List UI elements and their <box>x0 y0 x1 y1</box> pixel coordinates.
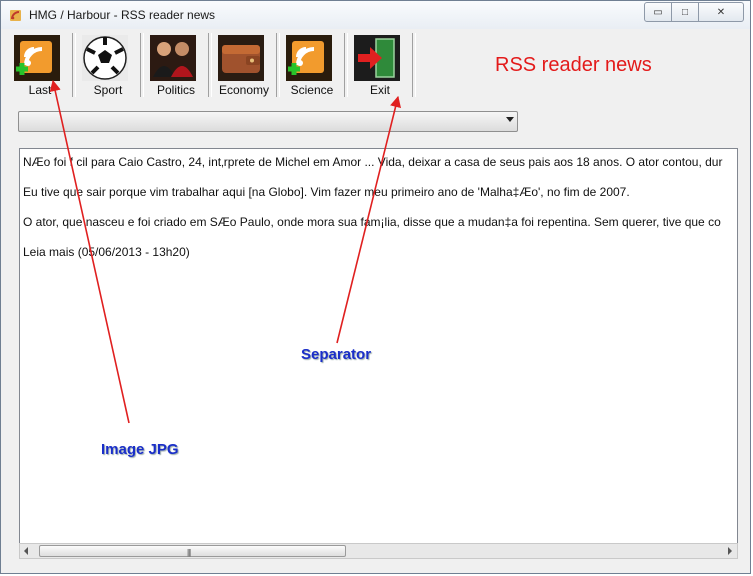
toolbar-label-last: Last <box>28 83 52 97</box>
app-window: HMG / Harbour - RSS reader news ▭ □ ✕ La… <box>0 0 751 574</box>
news-paragraph: O ator, que nasceu e foi criado em SÆo P… <box>23 215 721 229</box>
grip-icon: ||| <box>187 548 191 557</box>
close-button[interactable]: ✕ <box>699 2 744 22</box>
wallet-icon <box>218 35 264 81</box>
rss-feed-add-icon <box>14 35 60 81</box>
feed-combobox[interactable] <box>18 111 518 132</box>
sport-button[interactable]: Sport <box>76 31 140 97</box>
horizontal-scrollbar[interactable]: ||| <box>19 543 738 559</box>
news-paragraph: Leia mais (05/06/2013 - 13h20) <box>23 245 190 259</box>
toolbar-separator <box>412 33 416 97</box>
news-paragraph: Eu tive que sair porque vim trabalhar aq… <box>23 185 630 199</box>
app-icon <box>10 10 21 21</box>
news-paragraph: NÆo foi f cil para Caio Castro, 24, int‚… <box>23 155 723 169</box>
maximize-button[interactable]: □ <box>672 2 699 22</box>
science-button[interactable]: Science <box>280 31 344 97</box>
scroll-right-icon[interactable] <box>728 547 732 555</box>
toolbar: Last Sport Politics Economy Science Exit <box>8 31 416 99</box>
exit-button[interactable]: Exit <box>348 31 412 97</box>
exit-door-icon <box>354 35 400 81</box>
toolbar-label-politics: Politics <box>156 83 195 97</box>
minimize-icon: ▭ <box>653 6 663 18</box>
scrollbar-thumb[interactable]: ||| <box>39 545 346 557</box>
image-jpg-annotation: Image JPG <box>101 441 179 458</box>
people-icon <box>150 35 196 81</box>
soccer-ball-icon <box>82 35 128 81</box>
close-icon: ✕ <box>716 6 726 18</box>
news-text-area[interactable]: NÆo foi f cil para Caio Castro, 24, int‚… <box>19 148 738 559</box>
maximize-icon: □ <box>681 6 689 18</box>
chevron-down-icon[interactable] <box>506 117 514 122</box>
separator-annotation: Separator <box>301 346 372 363</box>
window-title: HMG / Harbour - RSS reader news <box>29 8 216 22</box>
toolbar-label-sport: Sport <box>93 83 123 97</box>
toolbar-label-exit: Exit <box>369 83 390 97</box>
minimize-button[interactable]: ▭ <box>644 2 672 22</box>
last-button[interactable]: Last <box>8 31 72 97</box>
economy-button[interactable]: Economy <box>212 31 276 97</box>
title-bar[interactable]: HMG / Harbour - RSS reader news ▭ □ ✕ <box>1 1 750 29</box>
scroll-left-icon[interactable] <box>24 547 28 555</box>
toolbar-label-science: Science <box>290 83 334 97</box>
toolbar-label-economy: Economy <box>218 83 270 97</box>
politics-button[interactable]: Politics <box>144 31 208 97</box>
rss-feed-add-icon <box>286 35 332 81</box>
page-heading: RSS reader news <box>495 54 652 76</box>
